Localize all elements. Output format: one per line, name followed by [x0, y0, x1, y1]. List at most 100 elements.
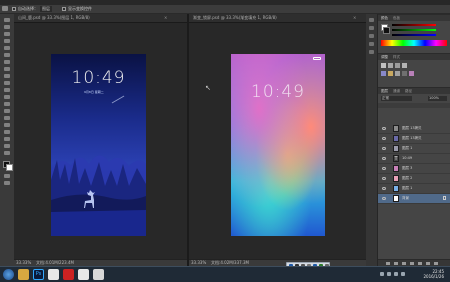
- hue-saturation-icon[interactable]: [388, 71, 393, 76]
- lasso-tool-icon[interactable]: [4, 32, 10, 36]
- new-group-icon[interactable]: [418, 262, 422, 265]
- panel-icon-strip: [366, 14, 378, 266]
- new-layer-icon[interactable]: [426, 262, 430, 265]
- tab-layers[interactable]: 图层: [381, 88, 388, 94]
- stamp-tool-icon[interactable]: [4, 74, 10, 78]
- tray-icon[interactable]: [380, 272, 384, 276]
- path-select-tool-icon[interactable]: [4, 130, 10, 134]
- layer-row[interactable]: T 10:49: [378, 154, 450, 164]
- marquee-tool-icon[interactable]: [4, 25, 10, 29]
- character-panel-icon[interactable]: [369, 34, 374, 38]
- photoshop-app-icon[interactable]: Ps: [33, 269, 44, 280]
- exposure-icon[interactable]: [402, 63, 407, 68]
- taskbar-clock[interactable]: 22:45 2016/1/26: [423, 269, 444, 279]
- fx-icon[interactable]: [394, 262, 398, 265]
- green-slider[interactable]: [392, 29, 436, 31]
- vibrance-icon[interactable]: [381, 71, 386, 76]
- layer-row[interactable]: 图层 3: [378, 164, 450, 174]
- tab-channels[interactable]: 通道: [393, 88, 400, 94]
- layer-row[interactable]: 图层 1: [378, 144, 450, 154]
- move-tool-icon[interactable]: [4, 18, 10, 22]
- brush-tool-icon[interactable]: [4, 67, 10, 71]
- document-tab-1[interactable]: 山间_鹿.psd @ 33.3%(图层 1, RGB/8) ×: [14, 14, 187, 23]
- zoom-tool-icon[interactable]: [4, 151, 10, 155]
- visibility-eye-icon[interactable]: [382, 177, 386, 180]
- color-panel-bg[interactable]: [383, 27, 390, 34]
- tab-swatches[interactable]: 色板: [393, 15, 400, 21]
- red-slider[interactable]: [392, 24, 436, 26]
- dodge-tool-icon[interactable]: [4, 109, 10, 113]
- adjustment-layer-icon[interactable]: [410, 262, 414, 265]
- quick-select-tool-icon[interactable]: [4, 39, 10, 43]
- opacity-field[interactable]: 100%: [428, 96, 447, 101]
- color-balance-icon[interactable]: [395, 71, 400, 76]
- hand-tool-icon[interactable]: [4, 144, 10, 148]
- gradient-tool-icon[interactable]: [4, 95, 10, 99]
- brush-panel-icon[interactable]: [369, 50, 374, 54]
- layer-row[interactable]: 图层 13拷贝: [378, 124, 450, 134]
- layers-panel: 图层 通道 路径 正常 100% 图层 13拷贝 图层 13拷贝 图层 1 T …: [378, 87, 450, 267]
- actions-panel-icon[interactable]: [369, 26, 374, 30]
- volume-icon[interactable]: [394, 272, 398, 276]
- show-transform-checkbox[interactable]: [62, 7, 66, 11]
- document-window-1[interactable]: 山间_鹿.psd @ 33.3%(图层 1, RGB/8) × 10:49 9月…: [14, 14, 187, 266]
- tab-adjustments[interactable]: 调整: [381, 54, 388, 60]
- ime-tray-icon[interactable]: [401, 272, 405, 276]
- visibility-eye-icon[interactable]: [382, 127, 386, 130]
- mask-icon[interactable]: [402, 262, 406, 265]
- black-white-icon[interactable]: [402, 71, 407, 76]
- eyedropper-tool-icon[interactable]: [4, 53, 10, 57]
- blur-tool-icon[interactable]: [4, 102, 10, 106]
- layer-row[interactable]: 图层 13拷贝: [378, 134, 450, 144]
- background-color-swatch[interactable]: [6, 164, 13, 171]
- notepad-app-icon[interactable]: [78, 269, 89, 280]
- shape-tool-icon[interactable]: [4, 137, 10, 141]
- visibility-eye-icon[interactable]: [382, 187, 386, 190]
- tab-paths[interactable]: 路径: [405, 88, 412, 94]
- layer-row[interactable]: 图层 1: [378, 184, 450, 194]
- photo-filter-icon[interactable]: [409, 71, 414, 76]
- visibility-eye-icon[interactable]: [382, 157, 386, 160]
- acrobat-app-icon[interactable]: [63, 269, 74, 280]
- crop-tool-icon[interactable]: [4, 46, 10, 50]
- tab-color[interactable]: 颜色: [381, 15, 388, 21]
- document-tab-2[interactable]: 渐变_锁屏.psd @ 33.3%(渐变填充 1, RGB/8) ×: [189, 14, 366, 23]
- history-panel-icon[interactable]: [369, 18, 374, 22]
- document-app-icon[interactable]: [48, 269, 59, 280]
- pen-tool-icon[interactable]: [4, 116, 10, 120]
- curves-icon[interactable]: [395, 63, 400, 68]
- visibility-eye-icon[interactable]: [382, 147, 386, 150]
- paragraph-panel-icon[interactable]: [369, 42, 374, 46]
- close-tab-icon[interactable]: ×: [164, 15, 167, 21]
- auto-select-checkbox[interactable]: [12, 7, 16, 11]
- visibility-eye-icon[interactable]: [382, 167, 386, 170]
- visibility-eye-icon[interactable]: [382, 197, 386, 200]
- layer-row[interactable]: 图层 2: [378, 174, 450, 184]
- link-layers-icon[interactable]: [386, 262, 390, 265]
- screen-mode-icon[interactable]: [4, 181, 10, 185]
- close-tab-icon[interactable]: ×: [353, 15, 356, 21]
- healing-tool-icon[interactable]: [4, 60, 10, 64]
- quick-mask-icon[interactable]: [4, 174, 10, 178]
- auto-select-dropdown[interactable]: 图层: [40, 6, 52, 12]
- levels-icon[interactable]: [388, 63, 393, 68]
- lock-row: [378, 103, 450, 108]
- options-bar: 自动选择： 图层 显示变换控件: [0, 5, 450, 14]
- document-window-2[interactable]: 渐变_锁屏.psd @ 33.3%(渐变填充 1, RGB/8) × 10:49…: [189, 14, 366, 266]
- move-tool-icon[interactable]: [2, 6, 8, 11]
- visibility-eye-icon[interactable]: [382, 137, 386, 140]
- file-explorer-icon[interactable]: [18, 269, 29, 280]
- color-spectrum-bar[interactable]: [381, 40, 447, 46]
- start-button-icon[interactable]: [3, 269, 14, 280]
- blend-mode-dropdown[interactable]: 正常: [381, 96, 412, 101]
- tab-styles[interactable]: 样式: [393, 54, 400, 60]
- brightness-icon[interactable]: [381, 63, 386, 68]
- trash-icon[interactable]: [434, 262, 438, 265]
- type-tool-icon[interactable]: [4, 123, 10, 127]
- eraser-tool-icon[interactable]: [4, 88, 10, 92]
- history-brush-icon[interactable]: [4, 81, 10, 85]
- layer-row-selected[interactable]: 背景: [378, 194, 450, 204]
- blue-slider[interactable]: [392, 34, 436, 36]
- calculator-app-icon[interactable]: [93, 269, 104, 280]
- network-icon[interactable]: [387, 272, 391, 276]
